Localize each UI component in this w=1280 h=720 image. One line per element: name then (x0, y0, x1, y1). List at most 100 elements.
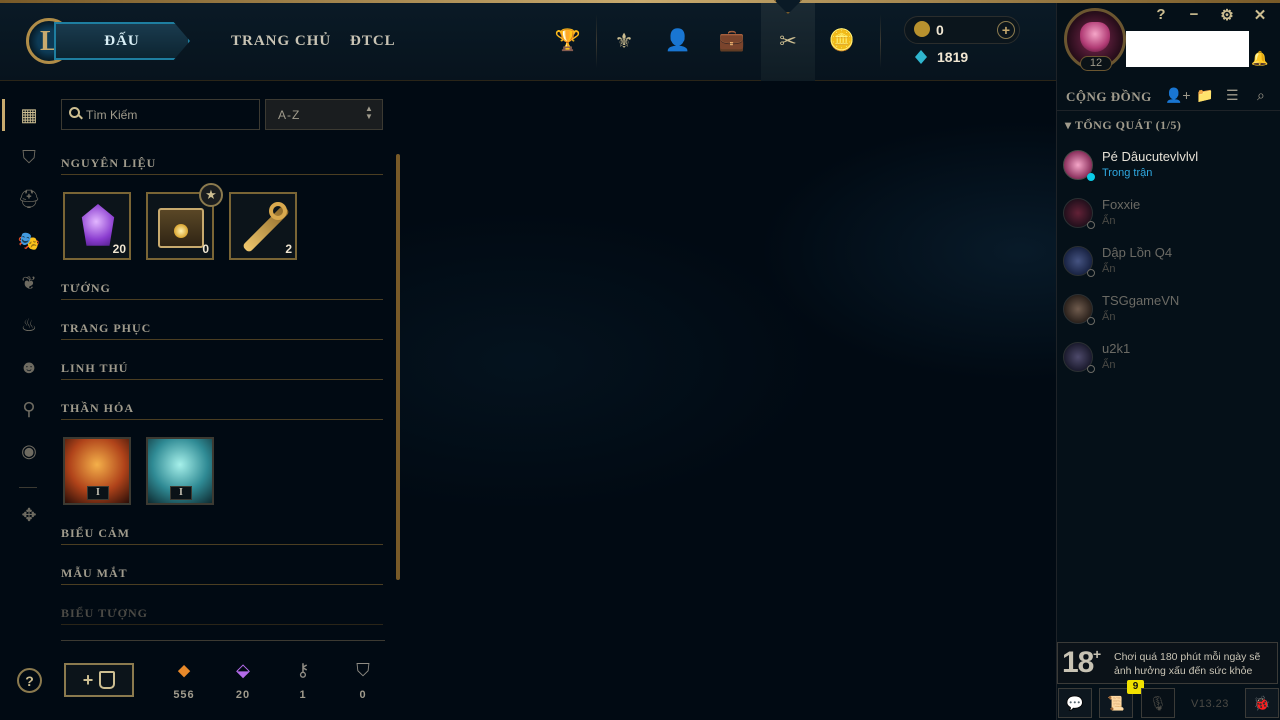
loot-tile-key[interactable]: 2 (229, 192, 297, 260)
friend-name: TSGgameVN (1102, 293, 1180, 308)
grid-icon[interactable]: ▦ (15, 101, 43, 129)
nav-tft[interactable]: ĐTCL (350, 33, 396, 50)
bug-report-button[interactable]: 🐞 (1245, 688, 1279, 718)
section-wards[interactable]: MẪU MẮT (61, 565, 383, 585)
chevron-updown-icon: ▲ ▼ (365, 104, 373, 121)
nav-home[interactable]: TRANG CHỦ (231, 33, 331, 50)
section-champions[interactable]: TƯỚNG (61, 280, 383, 300)
blue-essence-value: 1819 (937, 49, 969, 65)
chest-filter-icon[interactable]: ⛉ (15, 143, 43, 171)
mythic-essence-icon (81, 204, 115, 246)
mythic-essence-value: 20 (235, 689, 251, 701)
chat-button[interactable]: 💬 (1058, 688, 1092, 718)
section-pets[interactable]: LINH THÚ (61, 360, 383, 380)
section-emotes[interactable]: BIỂU CẢM (61, 525, 383, 545)
status-dot (1087, 269, 1095, 277)
friend-row[interactable]: Foxxie Ẩn (1058, 197, 1278, 243)
friend-name: Pé Dâucutevlvlvl (1102, 149, 1199, 164)
help-button[interactable]: ? (17, 668, 42, 693)
search-icon[interactable]: ⌕ (1257, 87, 1265, 104)
status-dot (1087, 365, 1095, 373)
loot-tile-mythic-essence[interactable]: 20 (63, 192, 131, 260)
friend-name: u2k1 (1102, 341, 1131, 356)
tft-icon[interactable]: ✥ (15, 501, 43, 529)
section-eternals[interactable]: THẦN HỎA (61, 400, 383, 420)
social-title: CỘNG ĐỒNG (1066, 89, 1152, 104)
divider (19, 487, 37, 488)
friend-row[interactable]: Dập Lồn Q4 Ẩn (1058, 245, 1278, 291)
collection-icon[interactable]: 💼 (718, 27, 746, 55)
version-label: V13.23 (1191, 698, 1229, 710)
orange-essence-value: 556 (173, 689, 195, 701)
pet-icon[interactable]: ❦ (15, 269, 43, 297)
friend-status: Ẩn (1102, 215, 1116, 227)
mythic-essence-icon: ⬙ (236, 659, 250, 680)
age-rating-plus: + (1093, 646, 1102, 662)
status-dot (1087, 317, 1095, 325)
loot-quantity: 2 (285, 242, 292, 256)
section-skins[interactable]: TRANG PHỤC (61, 320, 383, 340)
rank-crest-icon[interactable]: ⚜ (610, 27, 638, 55)
rail-active-indicator (2, 99, 5, 131)
help-icon[interactable]: ? (1151, 6, 1171, 23)
friend-group-label: TỔNG QUÁT (1/5) (1074, 118, 1182, 132)
profile-icon-filter[interactable]: ◉ (15, 437, 43, 465)
key-head (269, 202, 287, 220)
list-icon[interactable]: ☰ (1226, 87, 1239, 104)
friend-name: Foxxie (1102, 197, 1141, 212)
helmet-icon[interactable]: ⛑ (15, 185, 43, 213)
riot-points-value: 0 (936, 22, 944, 38)
emote-icon[interactable]: ☻ (15, 353, 43, 381)
friend-status: Ẩn (1102, 359, 1116, 371)
loot-tile-eternal[interactable]: I (146, 437, 214, 505)
chest-count-value: 0 (359, 689, 367, 701)
scrollbar[interactable] (396, 154, 400, 580)
store-icon[interactable]: 🪙 (828, 27, 856, 55)
loot-icon[interactable]: ✂ (774, 27, 802, 55)
key-fragment-value: 1 (299, 689, 307, 701)
chest-icon (99, 671, 116, 689)
divider (596, 14, 597, 68)
level-badge: 12 (1080, 56, 1112, 71)
status-dot (1087, 221, 1095, 229)
background-art (400, 81, 1056, 720)
flame-icon[interactable]: ♨ (15, 311, 43, 339)
loot-quantity: 20 (112, 242, 126, 256)
play-button[interactable]: ĐẤU (54, 22, 190, 60)
loot-tile-eternal[interactable]: I (63, 437, 131, 505)
friend-row[interactable]: TSGgameVN Ẩn (1058, 293, 1278, 339)
settings-icon[interactable]: ⚙ (1217, 6, 1237, 24)
craft-plus: + (82, 669, 94, 690)
search-icon (69, 107, 80, 118)
ward-icon[interactable]: ⚲ (15, 395, 43, 423)
friend-name: Dập Lồn Q4 (1102, 245, 1173, 260)
chat-icon: 💬 (1066, 694, 1084, 711)
buy-rp-button[interactable]: + (997, 21, 1015, 39)
friend-group-toggle[interactable]: ▾ TỔNG QUÁT (1/5) (1065, 118, 1181, 133)
chest-icon: ⛉ (356, 659, 370, 680)
sort-value: A-Z (278, 108, 301, 122)
riot-points-icon (914, 21, 930, 37)
minimize-icon[interactable]: − (1184, 6, 1204, 23)
section-materials[interactable]: NGUYÊN LIỆU (61, 155, 383, 175)
chest-gem (174, 224, 188, 238)
craft-button[interactable]: + (64, 663, 134, 697)
section-icons[interactable]: BIỂU TƯỢNG (61, 605, 383, 625)
add-friend-icon[interactable]: 👤+ (1165, 87, 1191, 104)
trophy-icon[interactable]: 🏆 (554, 27, 582, 55)
mask-icon[interactable]: 🎭 (15, 227, 43, 255)
bell-icon[interactable]: 🔔 (1251, 50, 1268, 67)
loot-quantity: 0 (202, 242, 209, 256)
add-folder-icon[interactable]: 📁 (1196, 87, 1213, 104)
friend-status: Ẩn (1102, 311, 1116, 323)
star-icon: ★ (199, 183, 223, 207)
bug-icon: 🐞 (1253, 694, 1271, 711)
profile-icon[interactable]: 👤 (664, 27, 692, 55)
close-icon[interactable]: ✕ (1250, 6, 1270, 24)
friend-row[interactable]: Pé Dâucutevlvlvl Trong trận (1058, 149, 1278, 195)
voice-button[interactable]: 🎙 (1141, 688, 1175, 718)
search-input[interactable] (86, 106, 252, 123)
friend-row[interactable]: u2k1 Ẩn (1058, 341, 1278, 387)
status-dot (1087, 173, 1095, 181)
microphone-icon: 🎙 (1149, 694, 1167, 711)
